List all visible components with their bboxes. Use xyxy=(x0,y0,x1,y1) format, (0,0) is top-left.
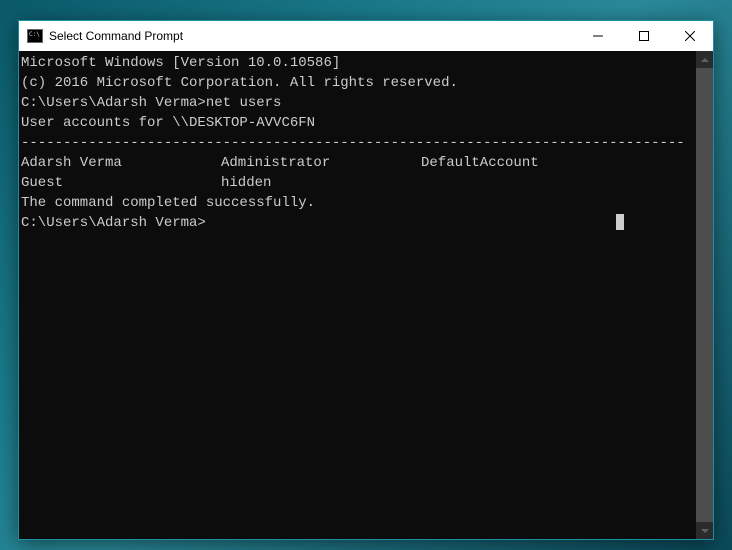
prompt-path: C:\Users\Adarsh Verma> xyxy=(21,95,206,111)
maximize-icon xyxy=(639,31,649,41)
prompt-line: C:\Users\Adarsh Verma>net users xyxy=(21,93,694,113)
user-cell: Guest xyxy=(21,173,221,193)
chevron-down-icon xyxy=(701,529,709,533)
close-button[interactable] xyxy=(667,21,713,51)
output-line: The command completed successfully. xyxy=(21,193,694,213)
scroll-thumb[interactable] xyxy=(696,68,713,522)
minimize-button[interactable] xyxy=(575,21,621,51)
close-icon xyxy=(685,31,695,41)
command-prompt-window: Select Command Prompt Microsoft Windows … xyxy=(18,20,714,540)
prompt-line: C:\Users\Adarsh Verma> xyxy=(21,213,694,233)
output-line: User accounts for \\DESKTOP-AVVC6FN xyxy=(21,113,694,133)
scroll-track[interactable] xyxy=(696,68,713,522)
cmd-icon xyxy=(27,29,43,43)
output-line: Microsoft Windows [Version 10.0.10586] xyxy=(21,53,694,73)
minimize-icon xyxy=(593,31,603,41)
window-controls xyxy=(575,21,713,51)
command-text: net users xyxy=(206,95,282,111)
terminal-content[interactable]: Microsoft Windows [Version 10.0.10586](c… xyxy=(19,51,696,539)
maximize-button[interactable] xyxy=(621,21,667,51)
user-row: Guesthidden xyxy=(21,173,694,193)
user-row: Adarsh VermaAdministratorDefaultAccount xyxy=(21,153,694,173)
user-cell: Administrator xyxy=(221,153,421,173)
terminal-body: Microsoft Windows [Version 10.0.10586](c… xyxy=(19,51,713,539)
window-title: Select Command Prompt xyxy=(49,29,575,43)
separator-line: ----------------------------------------… xyxy=(21,133,694,153)
output-line: (c) 2016 Microsoft Corporation. All righ… xyxy=(21,73,694,93)
titlebar[interactable]: Select Command Prompt xyxy=(19,21,713,51)
chevron-up-icon xyxy=(701,58,709,62)
user-cell xyxy=(421,173,621,193)
user-cell: hidden xyxy=(221,173,421,193)
prompt-path: C:\Users\Adarsh Verma> xyxy=(21,215,206,231)
scroll-up-button[interactable] xyxy=(696,51,713,68)
scroll-down-button[interactable] xyxy=(696,522,713,539)
scrollbar[interactable] xyxy=(696,51,713,539)
cursor xyxy=(616,214,624,230)
user-cell: DefaultAccount xyxy=(421,153,621,173)
user-cell: Adarsh Verma xyxy=(21,153,221,173)
